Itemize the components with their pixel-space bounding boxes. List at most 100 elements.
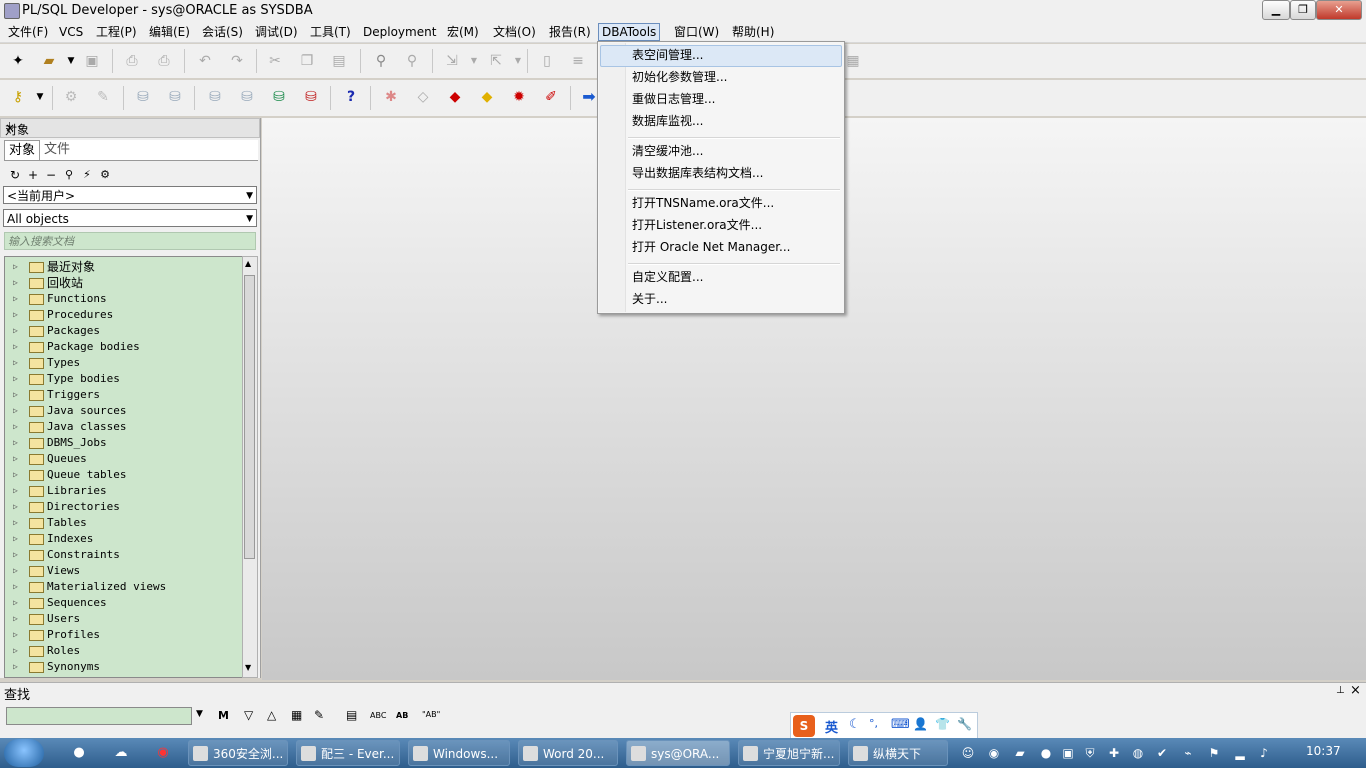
maximize-button[interactable]: ❐ <box>1290 0 1316 20</box>
expand-icon[interactable]: ▷ <box>13 627 18 643</box>
eraser-icon[interactable]: ✎ <box>314 708 324 722</box>
menu-session[interactable]: 会话(S) <box>199 24 246 40</box>
arrow-icon[interactable]: ➡ <box>580 88 598 106</box>
app-tray-icon[interactable]: ▣ <box>1060 745 1076 761</box>
print-icon[interactable]: ⎙ <box>123 52 141 70</box>
expand-icon[interactable]: ▷ <box>13 611 18 627</box>
task-plsql[interactable]: sys@ORA... <box>626 740 730 766</box>
key-dropdown-icon[interactable]: ▼ <box>31 88 49 106</box>
expand-icon[interactable]: ▷ <box>13 531 18 547</box>
user-filter-select[interactable]: <当前用户> ▼ <box>3 186 257 204</box>
cloud-icon[interactable]: ☁ <box>112 744 130 762</box>
expand-icon[interactable]: ▷ <box>13 563 18 579</box>
find-object-icon[interactable]: ⚲ <box>60 166 78 184</box>
chevron-down-icon[interactable]: ▼ <box>196 709 203 719</box>
cut-icon[interactable]: ✂ <box>266 52 284 70</box>
ime-logo-icon[interactable]: S <box>793 715 815 737</box>
search-doc-input[interactable]: 输入搜索文档 <box>4 232 256 250</box>
network-icon[interactable]: ⌁ <box>1180 745 1196 761</box>
help-icon[interactable]: ? <box>342 88 360 106</box>
pen-icon[interactable]: ✎ <box>94 88 112 106</box>
replace-icon[interactable]: ⚲ <box>403 52 421 70</box>
start-button[interactable] <box>4 739 44 767</box>
expand-icon[interactable]: ▷ <box>13 643 18 659</box>
menu-project[interactable]: 工程(P) <box>93 24 140 40</box>
menu-item-init-params[interactable]: 初始化参数管理... <box>632 68 727 86</box>
task-app[interactable]: 纵横天下 <box>848 740 948 766</box>
key-icon[interactable]: ⚷ <box>9 88 27 106</box>
nvidia-icon[interactable]: ▰ <box>1012 745 1028 761</box>
menu-item-open-tnsnames[interactable]: 打开TNSName.ora文件... <box>632 194 774 212</box>
menu-deployment[interactable]: Deployment <box>360 24 439 40</box>
menu-document[interactable]: 文档(O) <box>490 24 539 40</box>
qq-icon[interactable]: ● <box>70 744 88 762</box>
find-next-icon[interactable]: ▽ <box>244 708 253 722</box>
menu-item-export-schema-doc[interactable]: 导出数据库表结构文档... <box>632 164 763 182</box>
expand-icon[interactable]: ▷ <box>13 435 18 451</box>
export-icon[interactable]: ⇱ <box>487 52 505 70</box>
new-icon[interactable]: ✦ <box>9 52 27 70</box>
menu-debug[interactable]: 调试(D) <box>252 24 301 40</box>
security-icon[interactable]: ✚ <box>1106 745 1122 761</box>
find-prev-icon[interactable]: △ <box>267 708 276 722</box>
expand-icon[interactable]: ▷ <box>13 499 18 515</box>
menu-file[interactable]: 文件(F) <box>5 24 51 40</box>
close-icon[interactable]: × <box>1350 683 1361 698</box>
expand-icon[interactable]: ▷ <box>13 291 18 307</box>
shield-icon[interactable]: ⛨ <box>1082 745 1098 761</box>
expand-icon[interactable]: ▷ <box>13 403 18 419</box>
object-filter-select[interactable]: All objects ▼ <box>3 209 257 227</box>
print-preview-icon[interactable]: ⎙ <box>155 52 173 70</box>
open-icon[interactable]: ▰ <box>40 52 58 70</box>
open-dropdown-icon[interactable]: ▼ <box>62 52 80 70</box>
menu-item-net-manager[interactable]: 打开 Oracle Net Manager... <box>632 238 791 256</box>
db-red-icon[interactable]: ⛁ <box>302 88 320 106</box>
menu-tools[interactable]: 工具(T) <box>307 24 354 40</box>
find-input[interactable]: ▼ <box>6 707 208 725</box>
db-in-icon[interactable]: ⛁ <box>134 88 152 106</box>
weibo-icon[interactable]: ◉ <box>154 744 172 762</box>
menu-item-custom-config[interactable]: 自定义配置... <box>632 268 703 286</box>
expand-icon[interactable]: ▷ <box>13 451 18 467</box>
keyboard-icon[interactable]: ⌨ <box>891 717 910 732</box>
close-icon[interactable]: × <box>5 121 15 135</box>
highlight-icon[interactable]: ▦ <box>291 708 302 722</box>
task-browser[interactable]: 360安全浏... <box>188 740 288 766</box>
expand-icon[interactable]: ▷ <box>13 355 18 371</box>
eraser-icon[interactable]: ◇ <box>414 88 432 106</box>
undo-icon[interactable]: ↶ <box>196 52 214 70</box>
refresh-icon[interactable]: ↻ <box>6 166 24 184</box>
red-cube-icon[interactable]: ◆ <box>446 88 464 106</box>
save-icon[interactable]: ▣ <box>83 52 101 70</box>
grid-icon[interactable]: ▦ <box>844 52 862 70</box>
expand-icon[interactable]: ▷ <box>13 595 18 611</box>
expand-icon[interactable]: ▷ <box>13 371 18 387</box>
wrench-icon[interactable]: 🔧 <box>957 717 972 731</box>
brush-icon[interactable]: ✐ <box>542 88 560 106</box>
paste-icon[interactable]: ▤ <box>330 52 348 70</box>
scroll-up-icon[interactable]: ▲ <box>245 259 251 268</box>
expand-icon[interactable]: ▷ <box>13 483 18 499</box>
expand-icon[interactable]: ▷ <box>13 659 18 675</box>
find-input-field[interactable] <box>6 707 192 725</box>
task-word[interactable]: Word 20... <box>518 740 618 766</box>
scrollbar-thumb[interactable] <box>244 275 255 559</box>
menu-window[interactable]: 窗口(W) <box>671 24 722 40</box>
db-out-icon[interactable]: ⛁ <box>166 88 184 106</box>
export-dropdown-icon[interactable]: ▼ <box>509 52 527 70</box>
moon-icon[interactable]: ☾ <box>849 717 861 732</box>
volume-icon[interactable]: ♪ <box>1256 745 1272 761</box>
filter-edit-icon[interactable]: ⚙ <box>96 166 114 184</box>
menu-item-db-monitor[interactable]: 数据库监视... <box>632 112 703 130</box>
ime-mode-toggle[interactable]: 英 <box>825 717 838 736</box>
expand-icon[interactable]: ▷ <box>13 515 18 531</box>
expand-icon[interactable]: ▷ <box>13 387 18 403</box>
flag-icon[interactable]: ⚑ <box>1206 745 1222 761</box>
gear-icon[interactable]: ⚙ <box>62 88 80 106</box>
user-icon[interactable]: ☺ <box>960 745 976 761</box>
red-gear-icon[interactable]: ✹ <box>510 88 528 106</box>
indent-icon[interactable]: ≡ <box>569 52 587 70</box>
expand-icon[interactable]: ▷ <box>13 259 18 275</box>
antivirus-icon[interactable]: ◍ <box>1130 745 1146 761</box>
pin-icon[interactable]: ⊥ <box>1336 685 1345 696</box>
